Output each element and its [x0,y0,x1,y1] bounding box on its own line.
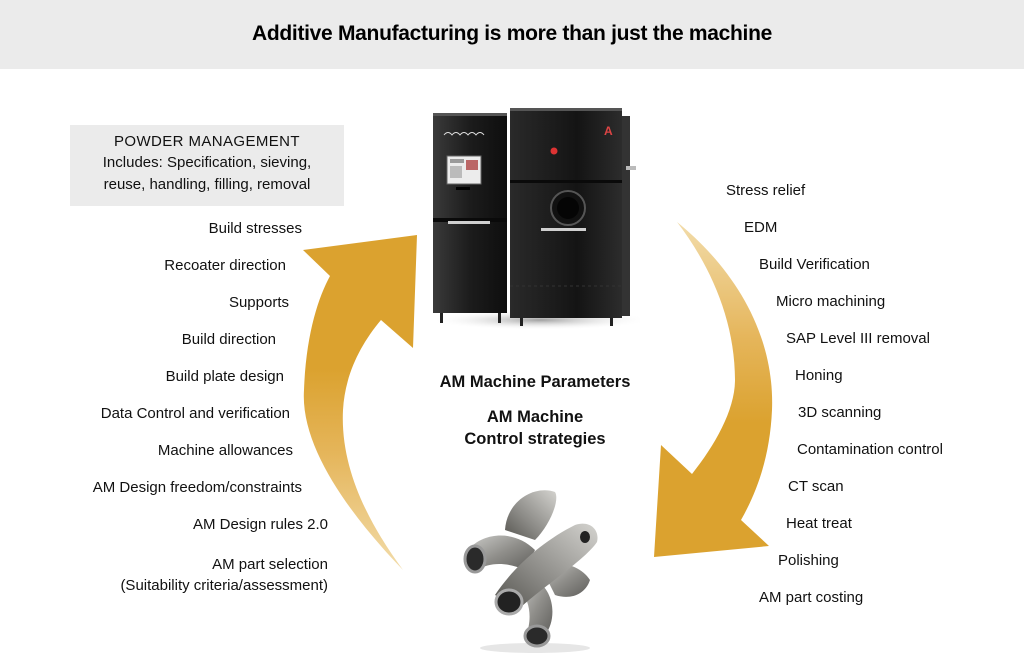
down-arrow-right [654,222,773,557]
door-handle [448,221,490,224]
list-item: Build direction [181,331,276,348]
list-item: Stress relief [726,182,806,199]
list-item: Supports [228,294,289,311]
list-item: Build plate design [165,368,284,385]
list-item: Contamination control [797,441,943,458]
powder-management-box: POWDER MANAGEMENT Includes: Specificatio… [70,125,344,206]
list-item: (Suitability criteria/assessment) [120,577,328,594]
machine-parameters-label: AM Machine Parameters [439,373,631,391]
list-item: EDM [744,219,778,236]
am-machine-image: A [430,108,640,330]
am-part-image [463,490,598,653]
list-item: Recoater direction [164,257,286,274]
list-item: Micro machining [776,293,886,310]
list-item: Honing [795,367,843,384]
list-item: SAP Level III removal [786,330,930,347]
status-light [550,147,558,155]
list-item: AM Design freedom/constraints [92,479,302,496]
door-handle [541,228,586,231]
list-item: CT scan [788,478,844,495]
control-strategies-label-line2: Control strategies [464,430,606,448]
powder-management-line: Includes: Specification, sieving, [102,154,312,171]
list-item: Machine allowances [157,442,293,459]
list-item: Heat treat [786,515,852,532]
list-item: Build stresses [208,220,302,237]
list-item: AM part selection [212,556,328,573]
powder-management-title: POWDER MANAGEMENT [114,133,300,150]
list-item: Data Control and verification [100,405,290,422]
brand-mark: A [604,124,613,138]
list-item: 3D scanning [798,404,882,421]
list-item: AM part costing [759,589,864,606]
control-strategies-label-line1: AM Machine [486,408,584,426]
list-item: Build Verification [759,256,870,273]
list-item: AM Design rules 2.0 [192,516,328,533]
powder-management-line: reuse, handling, filling, removal [103,176,311,193]
list-item: Polishing [778,552,839,569]
